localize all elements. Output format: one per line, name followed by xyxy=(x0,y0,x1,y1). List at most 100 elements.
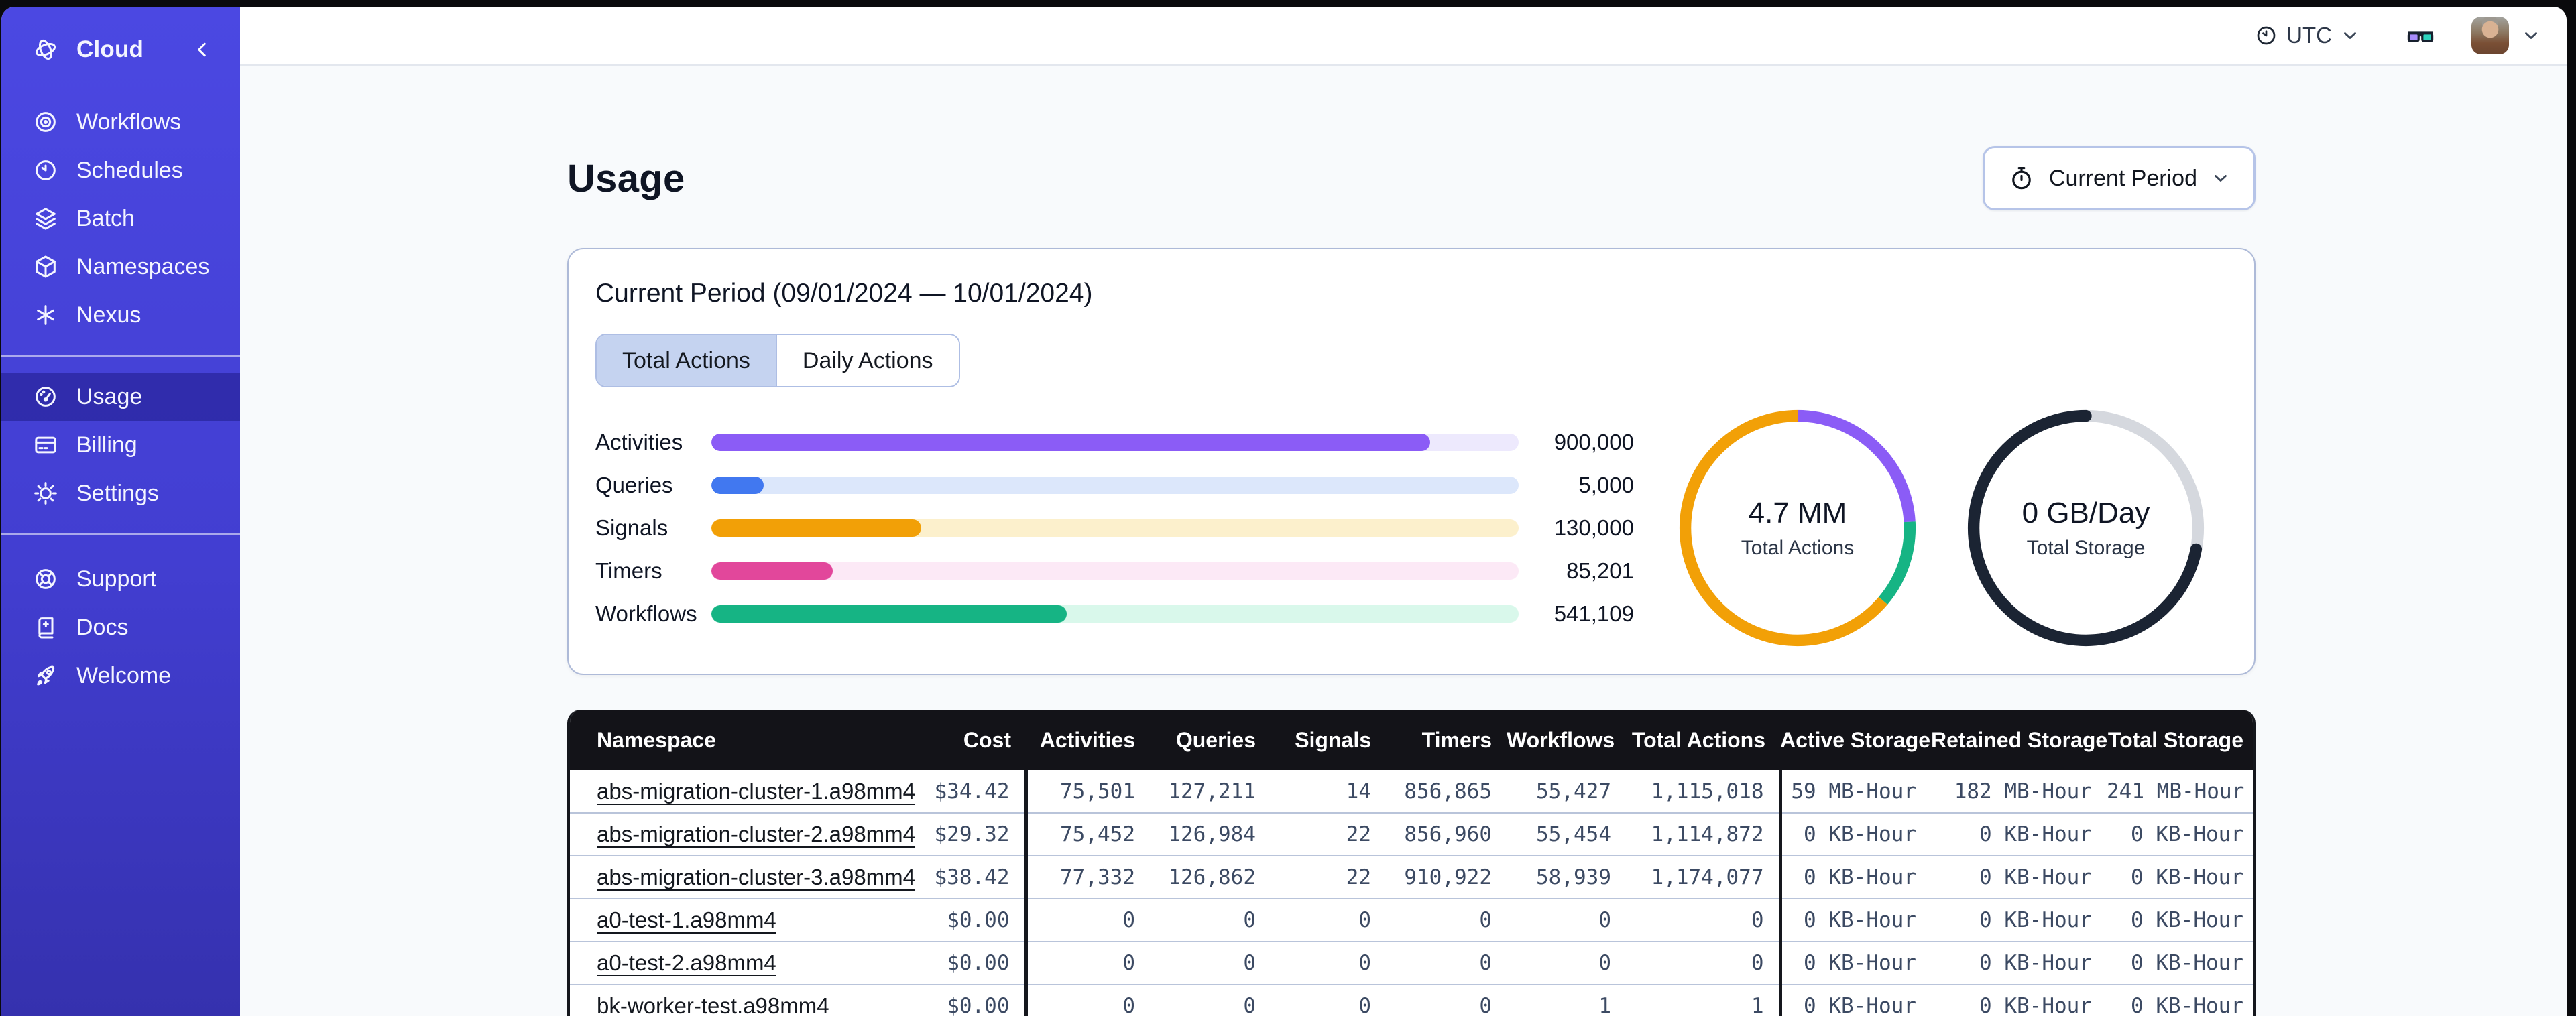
usage-bar-row: Activities 900,000 xyxy=(595,421,1634,464)
bar-fill xyxy=(711,519,922,537)
welcome-icon xyxy=(32,662,59,689)
table-cell: $0.00 xyxy=(878,985,1028,1016)
brand-row: Cloud xyxy=(1,17,240,82)
namespace-link[interactable]: abs-migration-cluster-1.a98mm4 xyxy=(597,779,915,804)
table-cell: 22 xyxy=(1271,856,1386,899)
sidebar-item-batch[interactable]: Batch xyxy=(1,194,240,243)
tab-daily-actions[interactable]: Daily Actions xyxy=(775,335,959,386)
column-header: Signals xyxy=(1271,710,1386,770)
table-cell: 22 xyxy=(1271,813,1386,856)
sidebar-item-nexus[interactable]: Nexus xyxy=(1,291,240,339)
clock-icon xyxy=(2254,23,2278,48)
sidebar-item-workflows[interactable]: Workflows xyxy=(1,98,240,146)
sidebar-item-welcome[interactable]: Welcome xyxy=(1,651,240,700)
sidebar-item-billing[interactable]: Billing xyxy=(1,421,240,469)
table-cell: 14 xyxy=(1271,770,1386,814)
table-cell: 0 xyxy=(1026,899,1150,942)
sidebar-item-label: Settings xyxy=(76,480,159,506)
donut-chart-total-actions: 4.7 MM Total Actions xyxy=(1673,403,1922,653)
namespace-link[interactable]: a0-test-2.a98mm4 xyxy=(597,950,776,975)
billing-icon xyxy=(32,432,59,458)
table-cell: 0 KB-Hour xyxy=(2107,813,2253,856)
tab-total-actions[interactable]: Total Actions xyxy=(597,335,776,386)
table-cell: abs-migration-cluster-2.a98mm4 xyxy=(570,813,915,856)
table-cell: 0 KB-Hour xyxy=(1931,813,2107,856)
sidebar-item-usage[interactable]: Usage xyxy=(1,373,240,421)
usage-bar-row: Timers 85,201 xyxy=(595,550,1634,592)
donut-center: 0 GB/Day Total Storage xyxy=(1961,403,2211,653)
table-cell: 55,454 xyxy=(1507,813,1626,856)
column-header: Retained Storage xyxy=(1931,710,2107,770)
namespace-link[interactable]: bk-worker-test.a98mm4 xyxy=(597,993,829,1016)
table-cell: 127,211 xyxy=(1150,770,1271,814)
page-header: Usage Current Period xyxy=(567,146,2256,210)
table-cell: 0 xyxy=(1271,985,1386,1016)
table-cell: 856,960 xyxy=(1386,813,1507,856)
table-cell: 75,452 xyxy=(1026,813,1150,856)
period-selector-button[interactable]: Current Period xyxy=(1982,146,2256,210)
sidebar-item-support[interactable]: Support xyxy=(1,555,240,603)
table-cell: 0 KB-Hour xyxy=(2107,942,2253,985)
usage-donuts: 4.7 MM Total Actions 0 GB/Day Total Stor… xyxy=(1634,403,2211,653)
column-header: Activities xyxy=(1026,710,1150,770)
bar-label: Queries xyxy=(595,472,673,497)
table-cell: 126,862 xyxy=(1150,856,1271,899)
donut-label: Total Storage xyxy=(2026,537,2146,559)
table-cell: 1,174,077 xyxy=(1626,856,1782,899)
table-row: a0-test-2.a98mm4 $0.00 0 0 0 0 0 0 0 KB-Hour 0 KB… xyxy=(570,942,2253,985)
namespaces-icon xyxy=(32,253,59,280)
sidebar-item-label: Schedules xyxy=(76,157,183,183)
table-cell: bk-worker-test.a98mm4 xyxy=(570,985,878,1016)
sidebar: Cloud Workflows Schedules Batch Namespac… xyxy=(1,7,240,1016)
table-cell: 0 KB-Hour xyxy=(1780,942,1931,985)
period-selector-label: Current Period xyxy=(2048,165,2197,191)
feedback-glasses-icon[interactable] xyxy=(2404,19,2437,52)
settings-icon xyxy=(32,480,59,507)
table-cell: 910,922 xyxy=(1386,856,1507,899)
bar-track xyxy=(711,605,1519,623)
sidebar-item-label: Usage xyxy=(76,383,143,409)
bar-label: Timers xyxy=(595,558,662,583)
table-cell: 0 KB-Hour xyxy=(1931,942,2107,985)
namespace-link[interactable]: a0-test-1.a98mm4 xyxy=(597,907,776,932)
column-header: Namespace xyxy=(570,710,878,770)
table-cell: 1 xyxy=(1626,985,1782,1016)
stopwatch-icon xyxy=(2007,164,2036,192)
table-cell: 182 MB-Hour xyxy=(1931,770,2107,814)
table-cell: 0 KB-Hour xyxy=(1780,899,1931,942)
sidebar-item-settings[interactable]: Settings xyxy=(1,469,240,517)
main-area: UTC Usage Current Period Current Period … xyxy=(240,7,2567,1016)
account-menu-chevron-icon[interactable] xyxy=(2521,25,2541,46)
table-cell: 0 xyxy=(1626,899,1782,942)
bar-value: 900,000 xyxy=(1554,430,1634,454)
table-cell: 0 KB-Hour xyxy=(1931,899,2107,942)
table-cell: 77,332 xyxy=(1026,856,1150,899)
bar-track xyxy=(711,434,1519,451)
table-cell: 0 KB-Hour xyxy=(1780,856,1931,899)
column-header: Total Actions xyxy=(1626,710,1780,770)
table-cell: 0 xyxy=(1386,942,1507,985)
sidebar-item-label: Workflows xyxy=(76,109,182,135)
table-row: abs-migration-cluster-2.a98mm4 $29.32 75,4… xyxy=(570,813,2253,856)
sidebar-item-label: Nexus xyxy=(76,302,141,328)
workflows-icon xyxy=(32,109,59,135)
table-cell: 0 KB-Hour xyxy=(2107,985,2253,1016)
bar-value: 541,109 xyxy=(1554,601,1634,626)
timezone-selector[interactable]: UTC xyxy=(2254,23,2360,48)
bar-fill xyxy=(711,562,833,580)
bar-label: Signals xyxy=(595,515,668,540)
column-header: Queries xyxy=(1150,710,1271,770)
namespace-link[interactable]: abs-migration-cluster-3.a98mm4 xyxy=(597,865,915,889)
namespace-link[interactable]: abs-migration-cluster-2.a98mm4 xyxy=(597,822,915,846)
table-cell: a0-test-2.a98mm4 xyxy=(570,942,878,985)
sidebar-collapse-button[interactable] xyxy=(192,39,213,60)
page-content: Usage Current Period Current Period (09/… xyxy=(240,66,2567,1016)
sidebar-item-schedules[interactable]: Schedules xyxy=(1,146,240,194)
sidebar-item-docs[interactable]: Docs xyxy=(1,603,240,651)
table-cell: 1 xyxy=(1507,985,1626,1016)
avatar[interactable] xyxy=(2471,17,2509,54)
table-row: abs-migration-cluster-1.a98mm4 $34.42 75,5… xyxy=(570,770,2253,814)
sidebar-item-label: Support xyxy=(76,566,157,592)
sidebar-item-namespaces[interactable]: Namespaces xyxy=(1,243,240,291)
timezone-label: UTC xyxy=(2286,23,2332,48)
